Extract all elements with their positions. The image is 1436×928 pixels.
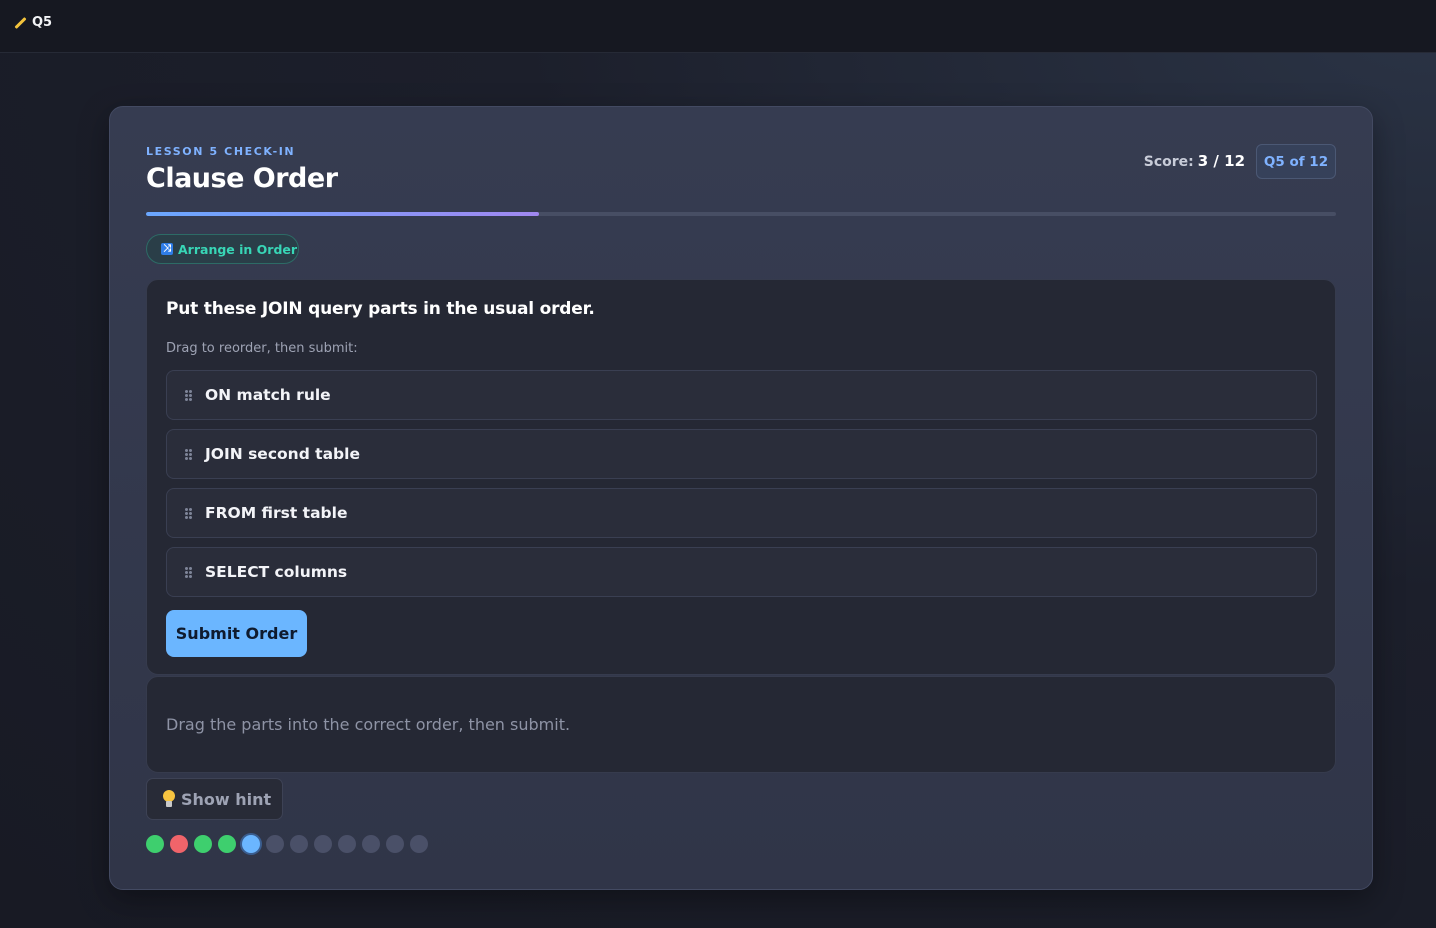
reorder-list: ON match rule JOIN second table FROM fir…	[166, 370, 1317, 606]
drag-item-label: JOIN second table	[205, 445, 360, 463]
progress-fill	[146, 212, 539, 216]
drag-handle-icon[interactable]	[185, 448, 192, 460]
drag-item[interactable]: SELECT columns	[166, 547, 1317, 597]
question-dot-9[interactable]	[338, 835, 356, 853]
tab-label: Q5	[32, 14, 53, 30]
question-dot-5[interactable]	[242, 835, 260, 853]
question-dot-2[interactable]	[170, 835, 188, 853]
page-title: Clause Order	[146, 163, 338, 194]
drag-handle-icon[interactable]	[185, 507, 192, 519]
top-bar: Q5	[0, 0, 1436, 53]
score-value: 3 / 12	[1197, 152, 1245, 170]
question-dot-4[interactable]	[218, 835, 236, 853]
lightbulb-icon	[163, 790, 175, 808]
question-dot-11[interactable]	[386, 835, 404, 853]
score-display: Score: 3 / 12	[1144, 152, 1245, 170]
drag-handle-icon[interactable]	[185, 389, 192, 401]
question-type-chip: ⤨ Arrange in Order	[146, 234, 299, 264]
drag-item-label: SELECT columns	[205, 563, 348, 581]
drag-item-label: ON match rule	[205, 386, 331, 404]
question-dot-8[interactable]	[314, 835, 332, 853]
drag-item[interactable]: JOIN second table	[166, 429, 1317, 479]
drag-item-label: FROM first table	[205, 504, 348, 522]
question-counter-badge: Q5 of 12	[1256, 144, 1336, 179]
question-type-label: Arrange in Order	[178, 241, 298, 257]
lesson-eyebrow: LESSON 5 CHECK-IN	[146, 145, 296, 158]
progress-bar	[146, 212, 1336, 216]
question-dot-10[interactable]	[362, 835, 380, 853]
drag-item[interactable]: ON match rule	[166, 370, 1317, 420]
pencil-icon	[14, 16, 27, 29]
tab-q5[interactable]: Q5	[14, 13, 52, 31]
question-instruction: Drag to reorder, then submit:	[166, 341, 358, 356]
question-progress-dots	[146, 835, 428, 853]
question-dot-12[interactable]	[410, 835, 428, 853]
feedback-text: Drag the parts into the correct order, t…	[166, 715, 571, 734]
question-dot-6[interactable]	[266, 835, 284, 853]
question-dot-1[interactable]	[146, 835, 164, 853]
submit-order-button[interactable]: Submit Order	[166, 610, 307, 657]
shuffle-icon: ⤨	[161, 243, 173, 255]
drag-item[interactable]: FROM first table	[166, 488, 1317, 538]
drag-handle-icon[interactable]	[185, 566, 192, 578]
quiz-card: LESSON 5 CHECK-IN Clause Order Score: 3 …	[109, 106, 1373, 890]
show-hint-button[interactable]: Show hint	[146, 778, 283, 820]
hint-label: Show hint	[181, 789, 272, 809]
question-panel: Put these JOIN query parts in the usual …	[146, 279, 1336, 675]
feedback-panel: Drag the parts into the correct order, t…	[146, 676, 1336, 773]
question-dot-7[interactable]	[290, 835, 308, 853]
score-label: Score:	[1143, 154, 1194, 170]
question-dot-3[interactable]	[194, 835, 212, 853]
question-prompt: Put these JOIN query parts in the usual …	[166, 299, 595, 319]
